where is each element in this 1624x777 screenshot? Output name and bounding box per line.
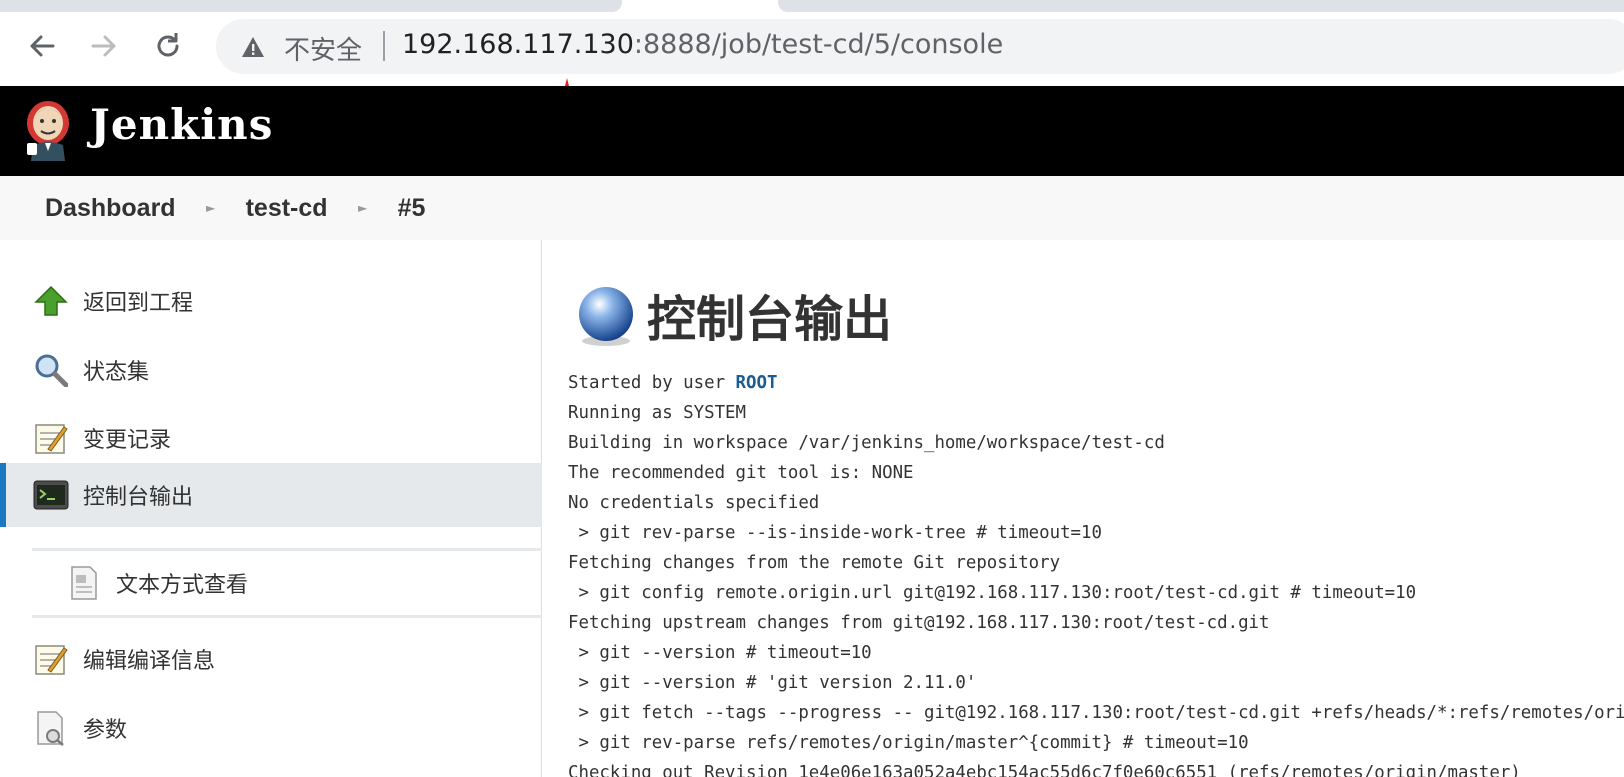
console-line: > git fetch --tags --progress -- git@192… [568,703,1624,723]
back-button[interactable] [22,26,62,66]
sidebar-item-label: 文本方式查看 [116,573,249,598]
magnifier-icon [33,352,69,388]
sidebar-item-label: 变更记录 [83,428,172,453]
address-bar[interactable]: 不安全 192.168.117.130:8888/job/test-cd/5/c… [216,19,1624,74]
sidebar-item-label: 编辑编译信息 [83,649,216,674]
console-line: No credentials specified [568,493,820,513]
console-line: Fetching upstream changes from git@192.1… [568,613,1270,633]
back-arrow-icon [30,35,55,57]
parameters-icon [33,710,69,746]
browser-toolbar: 不安全 192.168.117.130:8888/job/test-cd/5/c… [0,12,1624,148]
url-text[interactable]: 192.168.117.130:8888/job/test-cd/5/conso… [402,29,1003,60]
sidebar-item-label: 参数 [83,718,128,743]
warning-icon [242,37,264,57]
browser-tab[interactable] [0,0,622,12]
notepad-icon [33,641,69,677]
console-line: Checking out Revision 1e4e06e163a052a4eb… [568,763,1521,777]
security-label[interactable]: 不安全 [284,30,362,67]
console-line: > git --version # 'git version 2.11.0' [568,673,977,693]
sidebar-item-back-to-project[interactable]: 返回到工程 [0,269,542,333]
console-line: Fetching changes from the remote Git rep… [568,553,1061,573]
console-line: > git rev-parse refs/remotes/origin/mast… [568,733,1249,753]
console-line: > git --version # timeout=10 [568,643,872,663]
reload-icon [157,33,179,57]
console-line: > git rev-parse --is-inside-work-tree # … [568,523,1102,543]
sidebar-item-label: 控制台输出 [83,485,194,510]
forward-button[interactable] [84,26,124,66]
jenkins-header: Jenkins [0,86,1624,176]
page-title-block: 控制台输出 [575,280,892,351]
sidebar-item-view-as-text[interactable]: 文本方式查看 [32,548,542,618]
breadcrumb: Dashboard ► test-cd ► #5 [0,176,1624,240]
console-text: Started by user [568,373,736,393]
forward-arrow-icon [91,35,116,57]
notepad-icon [33,420,69,456]
page-title: 控制台输出 [647,291,893,348]
sidebar-item-console-output[interactable]: 控制台输出 [0,463,542,527]
console-line: > git config remote.origin.url git@192.1… [568,583,1417,603]
reload-button[interactable] [148,26,188,66]
browser-tab[interactable] [778,0,1624,12]
browser-tab-strip [0,0,1624,12]
sidebar: 返回到工程 状态集 变更记录 控制台输出 文本方式查看 编辑编译信息 参数 [0,240,542,777]
sidebar-item-changes[interactable]: 变更记录 [0,406,542,470]
jenkins-title[interactable]: Jenkins [90,100,273,149]
breadcrumb-dashboard[interactable]: Dashboard [45,194,176,223]
console-line: The recommended git tool is: NONE [568,463,914,483]
sidebar-item-label: 状态集 [83,360,150,385]
breadcrumb-job[interactable]: test-cd [246,194,328,223]
user-link[interactable]: ROOT [736,373,778,393]
document-icon [66,565,102,601]
jenkins-logo-icon[interactable] [25,99,71,161]
console-line: Running as SYSTEM [568,403,746,423]
console-output: Started by user ROOT Running as SYSTEM Bui… [568,368,1624,777]
sidebar-item-status[interactable]: 状态集 [0,338,542,402]
sidebar-item-edit-build-info[interactable]: 编辑编译信息 [0,627,542,691]
url-path: :8888/job/test-cd/5/console [633,29,1004,60]
sidebar-item-parameters[interactable]: 参数 [0,696,542,760]
sidebar-item-label: 返回到工程 [83,291,194,316]
up-arrow-icon [33,283,69,319]
console-line: Started by user ROOT [568,368,1624,398]
separator [383,31,385,61]
chevron-right-icon[interactable]: ► [328,201,398,215]
console-line: Building in workspace /var/jenkins_home/… [568,433,1165,453]
terminal-icon [33,477,69,513]
main-content: 控制台输出 Started by user ROOT Running as SYS… [543,240,1624,777]
breadcrumb-build[interactable]: #5 [398,194,426,223]
chevron-right-icon[interactable]: ► [176,201,246,215]
url-host: 192.168.117.130 [402,29,634,60]
blue-orb-icon [579,286,633,346]
